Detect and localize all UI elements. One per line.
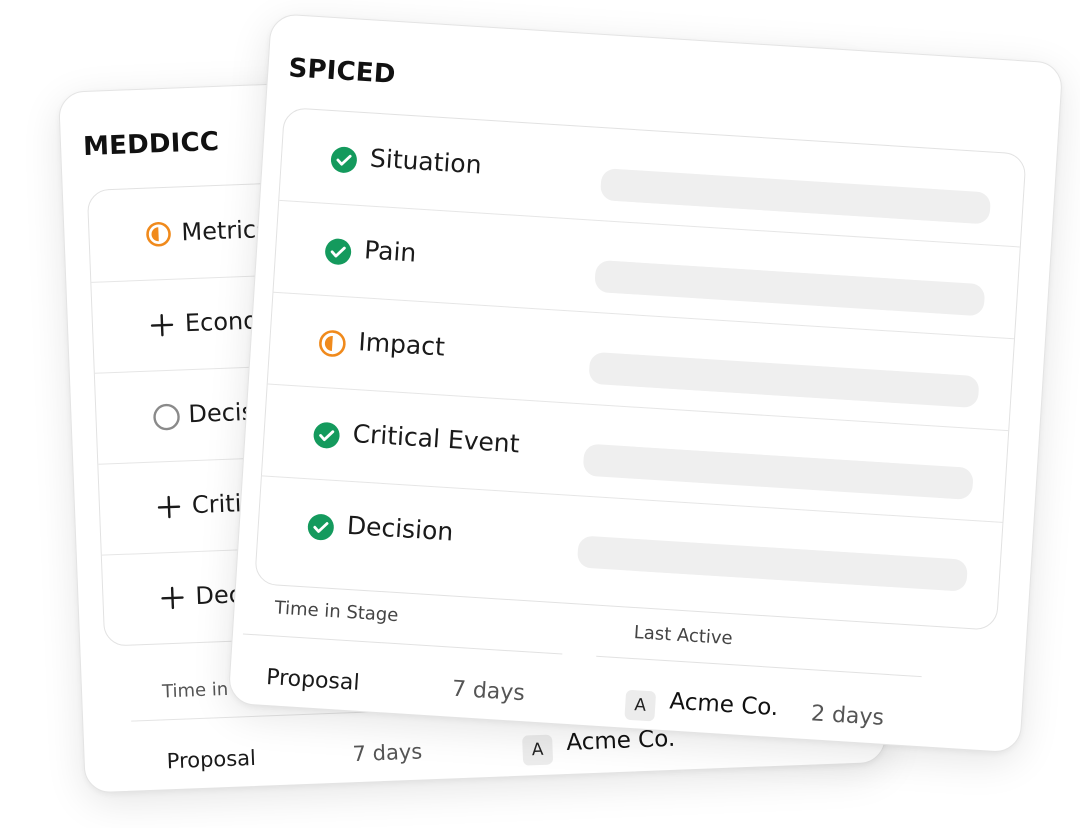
check-circle-icon (311, 420, 341, 455)
half-circle-progress-icon (145, 221, 172, 253)
spiced-card: SPICED Situation Pain Impact Critical Ev… (227, 13, 1064, 754)
placeholder-bar (599, 168, 992, 225)
meddicc-card-title: MEDDICC (82, 126, 220, 163)
check-circle-icon (323, 237, 353, 272)
divider (242, 633, 563, 655)
qualification-frameworks-illustration: MEDDICC Metrics Econom Decisio Critica D… (0, 0, 1080, 828)
spiced-row-label: Situation (369, 143, 483, 180)
spiced-criteria-list: Situation Pain Impact Critical Event Dec… (254, 107, 1027, 631)
placeholder-bar (594, 259, 986, 317)
company-avatar: A (522, 734, 554, 766)
spiced-row-label: Pain (363, 235, 418, 268)
divider (596, 655, 922, 678)
spiced-row-label: Critical Event (351, 418, 521, 459)
placeholder-bar (576, 535, 969, 592)
half-circle-progress-icon (317, 329, 347, 364)
spiced-row-label: Impact (357, 327, 446, 362)
stage-name: Proposal (265, 665, 361, 696)
spiced-card-title: SPICED (287, 53, 397, 90)
company-name[interactable]: Acme Co. (669, 688, 779, 721)
last-active-duration: 2 days (810, 701, 885, 731)
check-circle-icon (306, 512, 336, 547)
company-initial: A (522, 734, 554, 766)
company-initial: A (624, 689, 657, 722)
placeholder-bar (588, 351, 980, 409)
time-in-stage-header: Time in Stage (273, 597, 399, 627)
last-active-header: Last Active (633, 622, 734, 650)
plus-icon[interactable] (159, 584, 186, 616)
company-avatar: A (624, 689, 657, 722)
stage-name: Proposal (166, 745, 257, 774)
empty-circle-icon (152, 403, 181, 437)
plus-icon[interactable] (156, 494, 183, 526)
stage-duration: 7 days (352, 739, 423, 767)
plus-icon[interactable] (149, 312, 176, 344)
stage-duration: 7 days (451, 676, 526, 707)
check-circle-icon (329, 145, 359, 180)
spiced-row-label: Decision (346, 510, 455, 547)
placeholder-bar (582, 443, 974, 500)
